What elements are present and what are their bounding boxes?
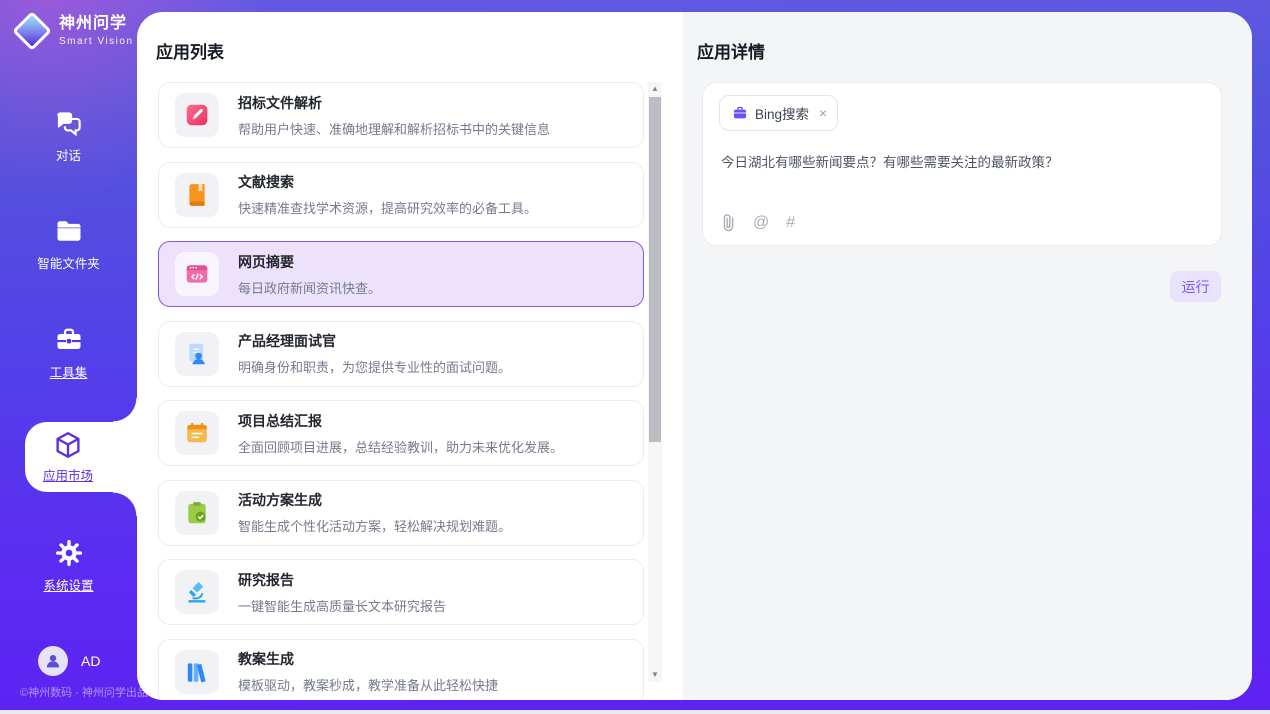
app-window: 神州问学 Smart Vision 对话智能文件夹工具集应用市场系统设置 AD …	[0, 0, 1270, 714]
at-icon[interactable]: @	[753, 214, 769, 232]
brand-logo: 神州问学 Smart Vision	[14, 13, 134, 49]
app-card-description: 全面回顾项目进展，总结经验教训，助力未来优化发展。	[238, 437, 563, 456]
app-card-name: 文献搜索	[238, 172, 537, 192]
book-icon	[184, 182, 210, 208]
app-card-2[interactable]: 网页摘要每日政府新闻资讯快查。	[158, 241, 644, 307]
app-icon-tile	[175, 252, 219, 296]
app-card-1[interactable]: 文献搜索快速精准查找学术资源，提高研究效率的必备工具。	[158, 162, 644, 228]
app-card-description: 快速精准查找学术资源，提高研究效率的必备工具。	[238, 198, 537, 217]
app-card-description: 模板驱动，教案秒成，教学准备从此轻松快捷	[238, 675, 498, 694]
sidebar-item-3[interactable]: 应用市场	[25, 422, 137, 492]
tool-chip-label: Bing搜索	[755, 103, 809, 123]
sidebar-item-label: 对话	[56, 145, 81, 164]
scroll-down-icon[interactable]: ▼	[648, 668, 662, 682]
window-bottom-edge	[0, 710, 1270, 714]
app-icon-tile	[175, 570, 219, 614]
clipboard-check-icon	[184, 500, 210, 526]
app-card-description: 一键智能生成高质量长文本研究报告	[238, 596, 446, 615]
toolbox-icon	[54, 325, 84, 355]
scrollbar-thumb[interactable]	[649, 97, 661, 442]
run-button[interactable]: 运行	[1170, 271, 1221, 302]
active-tab-curve-top	[113, 398, 137, 422]
app-icon-tile	[175, 173, 219, 217]
sidebar-item-label: 工具集	[50, 362, 88, 381]
app-card-name: 项目总结汇报	[238, 411, 563, 431]
app-card-name: 产品经理面试官	[238, 331, 511, 351]
app-card-name: 教案生成	[238, 649, 498, 669]
brand-subtitle: Smart Vision	[59, 36, 134, 47]
app-card-description: 帮助用户快速、准确地理解和解析招标书中的关键信息	[238, 119, 550, 138]
copyright-footer: ©神州数码 · 神州问学出品	[20, 684, 148, 700]
app-card-3[interactable]: 产品经理面试官明确身份和职责，为您提供专业性的面试问题。	[158, 321, 644, 387]
app-icon-tile	[175, 650, 219, 694]
app-card-6[interactable]: 研究报告一键智能生成高质量长文本研究报告	[158, 559, 644, 625]
chat-icon	[54, 108, 84, 138]
query-composer-card: Bing搜索 × 今日湖北有哪些新闻要点？有哪些需要关注的最新政策？ @ #	[702, 82, 1222, 246]
cube-icon	[53, 430, 83, 460]
sidebar-item-1[interactable]: 智能文件夹	[0, 216, 137, 272]
active-tab-curve-bottom	[113, 492, 137, 516]
app-list-scrollbar[interactable]: ▲ ▼	[648, 82, 662, 682]
sidebar-item-2[interactable]: 工具集	[0, 325, 137, 381]
app-card-name: 研究报告	[238, 570, 446, 590]
folder-icon	[54, 216, 84, 246]
gear-icon	[54, 538, 84, 568]
app-icon-tile	[175, 411, 219, 455]
person-icon	[44, 652, 62, 670]
pen-square-icon	[184, 102, 210, 128]
app-card-5[interactable]: 活动方案生成智能生成个性化活动方案，轻松解决规划难题。	[158, 480, 644, 546]
chip-close-icon[interactable]: ×	[819, 105, 827, 121]
query-text[interactable]: 今日湖北有哪些新闻要点？有哪些需要关注的最新政策？	[721, 151, 1205, 171]
app-card-name: 招标文件解析	[238, 93, 550, 113]
brand-name: 神州问学	[59, 15, 134, 33]
app-card-name: 活动方案生成	[238, 490, 511, 510]
hash-icon[interactable]: #	[786, 214, 795, 232]
person-doc-icon	[184, 341, 210, 367]
app-icon-tile	[175, 332, 219, 376]
books-icon	[184, 659, 210, 685]
sidebar-item-0[interactable]: 对话	[0, 108, 137, 164]
app-card-0[interactable]: 招标文件解析帮助用户快速、准确地理解和解析招标书中的关键信息	[158, 82, 644, 148]
brand-logo-icon	[14, 13, 50, 49]
app-card-description: 智能生成个性化活动方案，轻松解决规划难题。	[238, 516, 511, 535]
app-card-7[interactable]: 教案生成模板驱动，教案秒成，教学准备从此轻松快捷	[158, 639, 644, 701]
microscope-icon	[184, 579, 210, 605]
paperclip-icon[interactable]	[721, 213, 736, 232]
browser-code-icon	[184, 261, 210, 287]
app-card-name: 网页摘要	[238, 252, 381, 272]
app-list-title: 应用列表	[156, 38, 224, 63]
composer-toolbar: @ #	[721, 213, 795, 232]
calendar-icon	[184, 420, 210, 446]
sidebar-item-label: 应用市场	[43, 465, 93, 484]
scroll-up-icon[interactable]: ▲	[648, 82, 662, 96]
user-account[interactable]: AD	[38, 646, 100, 676]
sidebar-item-label: 系统设置	[43, 575, 93, 594]
briefcase-icon	[732, 105, 748, 121]
app-list: 招标文件解析帮助用户快速、准确地理解和解析招标书中的关键信息文献搜索快速精准查找…	[158, 82, 646, 700]
app-icon-tile	[175, 491, 219, 535]
user-initials: AD	[81, 653, 100, 669]
app-card-4[interactable]: 项目总结汇报全面回顾项目进展，总结经验教训，助力未来优化发展。	[158, 400, 644, 466]
avatar[interactable]	[38, 646, 68, 676]
app-icon-tile	[175, 93, 219, 137]
sidebar-item-label: 智能文件夹	[37, 253, 100, 272]
app-detail-title: 应用详情	[697, 38, 765, 63]
app-card-description: 明确身份和职责，为您提供专业性的面试问题。	[238, 357, 511, 376]
app-card-description: 每日政府新闻资讯快查。	[238, 278, 381, 297]
sidebar-item-4[interactable]: 系统设置	[0, 538, 137, 594]
tool-chip-bing-search[interactable]: Bing搜索 ×	[719, 95, 838, 131]
